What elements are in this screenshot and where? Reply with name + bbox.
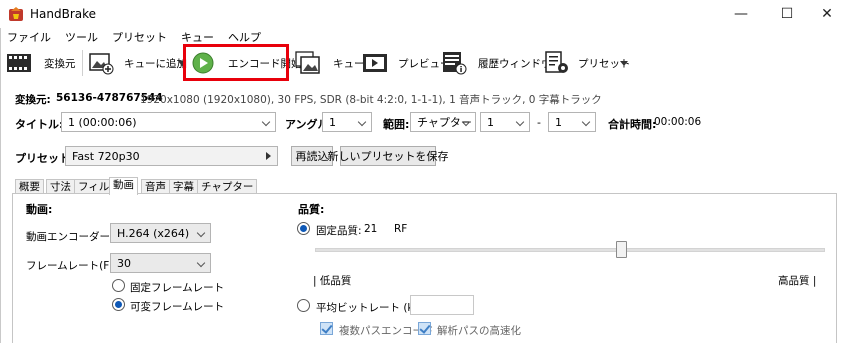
activity-window-button[interactable]: 履歴ウィンドウ <box>441 51 552 75</box>
quality-slider-track[interactable] <box>315 248 825 252</box>
source-label: 変換元 <box>44 58 76 70</box>
title-label: タイトル: <box>15 118 64 131</box>
tab-audio[interactable]: 音声 <box>141 179 170 194</box>
menu-presets[interactable]: プリセット <box>105 28 174 46</box>
tab-summary[interactable]: 概要 <box>15 179 44 194</box>
tab-video[interactable]: 動画 <box>109 177 138 195</box>
window-title: HandBrake <box>30 7 97 21</box>
range-start-select[interactable]: 1 <box>480 112 530 132</box>
chevron-down-icon <box>515 117 525 127</box>
average-bitrate-radio[interactable] <box>297 299 310 312</box>
activity-log-icon <box>443 52 467 75</box>
range-end-value: 1 <box>555 115 562 129</box>
handbrake-logo-icon <box>9 7 23 21</box>
source-details: 1920x1080 (1920x1080), 30 FPS, SDR (8-bi… <box>140 94 602 106</box>
film-icon <box>7 54 31 72</box>
constant-quality-radio[interactable] <box>297 222 310 235</box>
duration-label: 合計時間: <box>608 118 657 131</box>
presets-icon <box>545 51 568 73</box>
framerate-select[interactable]: 30 <box>110 253 211 273</box>
constant-framerate-label: 固定フレームレート <box>130 282 225 294</box>
video-encoder-select[interactable]: H.264 (x264) <box>110 223 211 243</box>
toolbar: 変換元 キューに追加 エンコード開始 キュー プレビュー 履歴ウィンドウ プリセ… <box>0 46 850 80</box>
angle-select[interactable]: 1 <box>322 112 372 132</box>
turbo-first-pass-label: 解析パスの高速化 <box>437 325 521 337</box>
quality-section-title: 品質: <box>298 203 325 216</box>
queue-icon <box>295 51 320 74</box>
save-new-preset-button[interactable]: 新しいプリセットを保存 <box>328 146 449 166</box>
video-encoder-value: H.264 (x264) <box>117 226 190 240</box>
range-label: 範囲: <box>383 118 410 131</box>
queue-label: キュー <box>333 58 365 70</box>
source-button[interactable]: 変換元 <box>6 51 76 75</box>
close-button[interactable]: ✕ <box>804 0 850 28</box>
video-encoder-label: 動画エンコーダー: <box>26 231 114 243</box>
tab-chapters[interactable]: チャプター <box>197 179 258 194</box>
tab-dimensions[interactable]: 寸法 <box>46 179 75 194</box>
preview-icon <box>363 54 387 72</box>
chevron-down-icon <box>581 117 591 127</box>
turbo-first-pass-checkbox[interactable] <box>418 322 431 335</box>
tab-subtitles[interactable]: 字幕 <box>169 179 198 194</box>
range-type-select[interactable]: チャプター <box>410 112 476 132</box>
title-select[interactable]: 1 (00:00:06) <box>61 112 276 132</box>
menu-file[interactable]: ファイル <box>0 28 58 46</box>
menu-tools[interactable]: ツール <box>58 28 105 46</box>
video-section-title: 動画: <box>26 203 53 216</box>
low-quality-label: | 低品質 <box>313 275 352 287</box>
chevron-down-icon <box>196 258 206 268</box>
preset-value: Fast 720p30 <box>72 149 140 163</box>
range-start-value: 1 <box>487 115 494 129</box>
constant-framerate-radio[interactable] <box>112 279 125 292</box>
two-pass-checkbox[interactable] <box>320 322 333 335</box>
presets-button[interactable]: プリセット <box>544 51 634 75</box>
duration-value: 00:00:06 <box>654 116 702 128</box>
high-quality-label: 高品質 | <box>778 275 817 287</box>
preset-selector[interactable]: Fast 720p30 <box>65 146 278 166</box>
quality-slider-thumb[interactable] <box>616 241 627 258</box>
constant-quality-value: 21 <box>364 223 378 235</box>
chevron-down-icon <box>261 117 271 127</box>
constant-quality-label: 固定品質: <box>316 225 362 237</box>
activity-window-label: 履歴ウィンドウ <box>478 58 552 70</box>
title-bar: HandBrake — ☐ ✕ <box>0 0 850 28</box>
start-encode-highlight <box>183 44 289 81</box>
variable-framerate-radio[interactable] <box>112 298 125 311</box>
range-dash: - <box>537 116 541 129</box>
add-picture-icon <box>89 53 114 75</box>
toolbar-divider <box>82 50 83 76</box>
add-to-queue-button[interactable]: キューに追加 <box>88 51 187 75</box>
angle-select-value: 1 <box>329 115 336 129</box>
minimize-button[interactable]: — <box>718 0 764 28</box>
queue-button[interactable]: キュー <box>295 51 365 75</box>
framerate-value: 30 <box>117 256 131 270</box>
source-info-label: 変換元: <box>15 94 51 106</box>
title-select-value: 1 (00:00:06) <box>68 115 137 129</box>
chevron-right-icon <box>266 152 271 160</box>
constant-quality-unit: RF <box>394 223 408 235</box>
preview-button[interactable]: プレビュー <box>362 51 451 75</box>
chevron-down-icon <box>196 228 206 238</box>
variable-framerate-label: 可変フレームレート <box>130 301 225 313</box>
range-end-select[interactable]: 1 <box>548 112 596 132</box>
average-bitrate-input[interactable] <box>410 295 474 315</box>
chevron-down-icon <box>620 61 628 66</box>
chevron-down-icon <box>357 117 367 127</box>
